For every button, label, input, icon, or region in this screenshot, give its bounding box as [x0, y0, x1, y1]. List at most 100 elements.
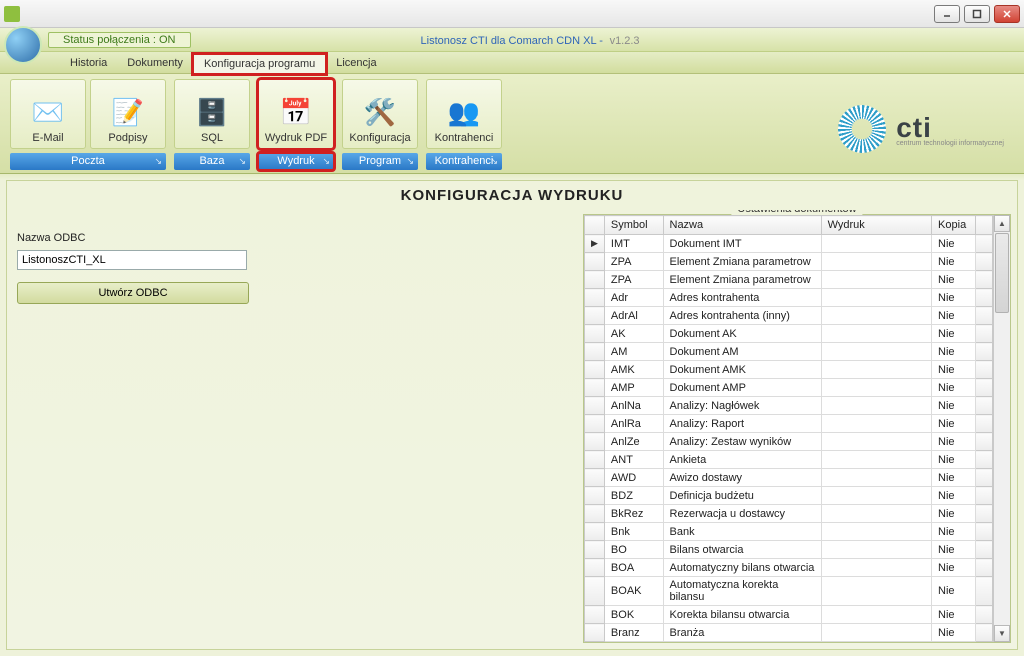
table-row[interactable]: AMPDokument AMPNie [585, 379, 993, 397]
table-row[interactable]: BOAKAutomatyczna korekta bilansuNie [585, 577, 993, 606]
cell-kop[interactable]: Nie [932, 361, 976, 379]
col-nazwa[interactable]: Nazwa [663, 216, 821, 235]
cell-sym[interactable]: AM [604, 343, 663, 361]
cell-kop[interactable]: Nie [932, 523, 976, 541]
cell-naz[interactable]: Bank [663, 523, 821, 541]
table-row[interactable]: BnkBank Nie [585, 523, 993, 541]
cell-kop[interactable]: Nie [932, 325, 976, 343]
cell-naz[interactable]: Analizy: Nagłówek [663, 397, 821, 415]
cell-naz[interactable]: Dokument AM [663, 343, 821, 361]
cell-wyd[interactable] [821, 624, 931, 642]
cell-sym[interactable]: AnlNa [604, 397, 663, 415]
ribbon-group-label[interactable]: Kontrahenci [426, 153, 502, 170]
cell-wyd[interactable] [821, 523, 931, 541]
row-selector[interactable] [585, 415, 605, 433]
cell-kop[interactable]: Nie [932, 379, 976, 397]
cell-sym[interactable]: AMK [604, 361, 663, 379]
maximize-button[interactable] [964, 5, 990, 23]
cell-sym[interactable]: BO [604, 541, 663, 559]
cell-wyd[interactable] [821, 606, 931, 624]
cell-sym[interactable]: AWD [604, 469, 663, 487]
cell-kop[interactable]: Nie [932, 469, 976, 487]
cell-kop[interactable]: Nie [932, 433, 976, 451]
row-selector[interactable] [585, 289, 605, 307]
cell-sym[interactable]: ZPA [604, 271, 663, 289]
row-selector[interactable] [585, 433, 605, 451]
scroll-up-icon[interactable]: ▲ [994, 215, 1010, 232]
cell-kop[interactable]: Nie [932, 271, 976, 289]
cell-sym[interactable]: BOA [604, 559, 663, 577]
menu-konfiguracja-programu[interactable]: Konfiguracja programu [193, 54, 326, 74]
row-selector[interactable] [585, 271, 605, 289]
cell-wyd[interactable] [821, 505, 931, 523]
row-selector[interactable] [585, 253, 605, 271]
cell-sym[interactable]: AnlZe [604, 433, 663, 451]
cell-wyd[interactable] [821, 271, 931, 289]
ribbon-btn-sql[interactable]: 🗄️SQL [174, 79, 250, 149]
ribbon-btn-wydruk-pdf[interactable]: 📅Wydruk PDF [258, 79, 334, 149]
ribbon-btn-e-mail[interactable]: ✉️E-Mail [10, 79, 86, 149]
row-selector[interactable] [585, 343, 605, 361]
cell-kop[interactable]: Nie [932, 235, 976, 253]
cell-kop[interactable]: Nie [932, 415, 976, 433]
cell-naz[interactable]: Automatyczna korekta bilansu [663, 577, 821, 606]
cell-kop[interactable]: Nie [932, 559, 976, 577]
cell-kop[interactable]: Nie [932, 505, 976, 523]
cell-naz[interactable]: Dokument AK [663, 325, 821, 343]
cell-sym[interactable]: ZPA [604, 253, 663, 271]
cell-sym[interactable]: Adr [604, 289, 663, 307]
row-selector[interactable] [585, 235, 605, 253]
cell-naz[interactable]: Analizy: Raport [663, 415, 821, 433]
row-selector[interactable] [585, 606, 605, 624]
cell-naz[interactable]: Rezerwacja u dostawcy [663, 505, 821, 523]
cell-naz[interactable]: Ankieta [663, 451, 821, 469]
table-row[interactable]: AnlZeAnalizy: Zestaw wynikówNie [585, 433, 993, 451]
cell-wyd[interactable] [821, 577, 931, 606]
cell-kop[interactable]: Nie [932, 577, 976, 606]
cell-wyd[interactable] [821, 487, 931, 505]
col-kopia[interactable]: Kopia [932, 216, 976, 235]
menu-dokumenty[interactable]: Dokumenty [117, 54, 193, 73]
table-row[interactable]: AMKDokument AMK Nie [585, 361, 993, 379]
row-selector[interactable] [585, 487, 605, 505]
cell-wyd[interactable] [821, 289, 931, 307]
cell-wyd[interactable] [821, 433, 931, 451]
cell-naz[interactable]: Automatyczny bilans otwarcia [663, 559, 821, 577]
table-row[interactable]: BOAAutomatyczny bilans otwarcia Nie [585, 559, 993, 577]
cell-wyd[interactable] [821, 541, 931, 559]
cell-wyd[interactable] [821, 343, 931, 361]
documents-table[interactable]: SymbolNazwaWydrukKopia IMTDokument IMTNi… [584, 215, 993, 642]
col-symbol[interactable]: Symbol [604, 216, 663, 235]
table-scrollbar[interactable]: ▲ ▼ [993, 215, 1010, 642]
cell-sym[interactable]: BOK [604, 606, 663, 624]
cell-wyd[interactable] [821, 559, 931, 577]
cell-wyd[interactable] [821, 253, 931, 271]
cell-naz[interactable]: Branża [663, 624, 821, 642]
cell-sym[interactable]: AnlRa [604, 415, 663, 433]
row-selector[interactable] [585, 361, 605, 379]
row-selector[interactable] [585, 307, 605, 325]
row-selector[interactable] [585, 559, 605, 577]
table-row[interactable]: AdrAdres kontrahenta Nie [585, 289, 993, 307]
cell-sym[interactable]: IMT [604, 235, 663, 253]
ribbon-group-label[interactable]: Poczta [10, 153, 166, 170]
cell-naz[interactable]: Dokument IMT [663, 235, 821, 253]
cell-kop[interactable]: Nie [932, 397, 976, 415]
table-row[interactable]: ZPAElement Zmiana parametrowNie [585, 253, 993, 271]
table-row[interactable]: AWDAwizo dostawyNie [585, 469, 993, 487]
table-row[interactable]: AMDokument AMNie [585, 343, 993, 361]
cell-kop[interactable]: Nie [932, 606, 976, 624]
table-row[interactable]: AnlNaAnalizy: Nagłówek Nie [585, 397, 993, 415]
ribbon-btn-podpisy[interactable]: 📝Podpisy [90, 79, 166, 149]
ribbon-btn-kontrahenci[interactable]: 👥Kontrahenci [426, 79, 502, 149]
cell-sym[interactable]: Bnk [604, 523, 663, 541]
row-selector[interactable] [585, 541, 605, 559]
cell-naz[interactable]: Adres kontrahenta [663, 289, 821, 307]
table-row[interactable]: AdrAlAdres kontrahenta (inny)Nie [585, 307, 993, 325]
cell-kop[interactable]: Nie [932, 624, 976, 642]
cell-sym[interactable]: AMP [604, 379, 663, 397]
cell-naz[interactable]: Dokument AMK [663, 361, 821, 379]
odbc-input[interactable] [17, 250, 247, 270]
cell-kop[interactable]: Nie [932, 289, 976, 307]
cell-wyd[interactable] [821, 235, 931, 253]
